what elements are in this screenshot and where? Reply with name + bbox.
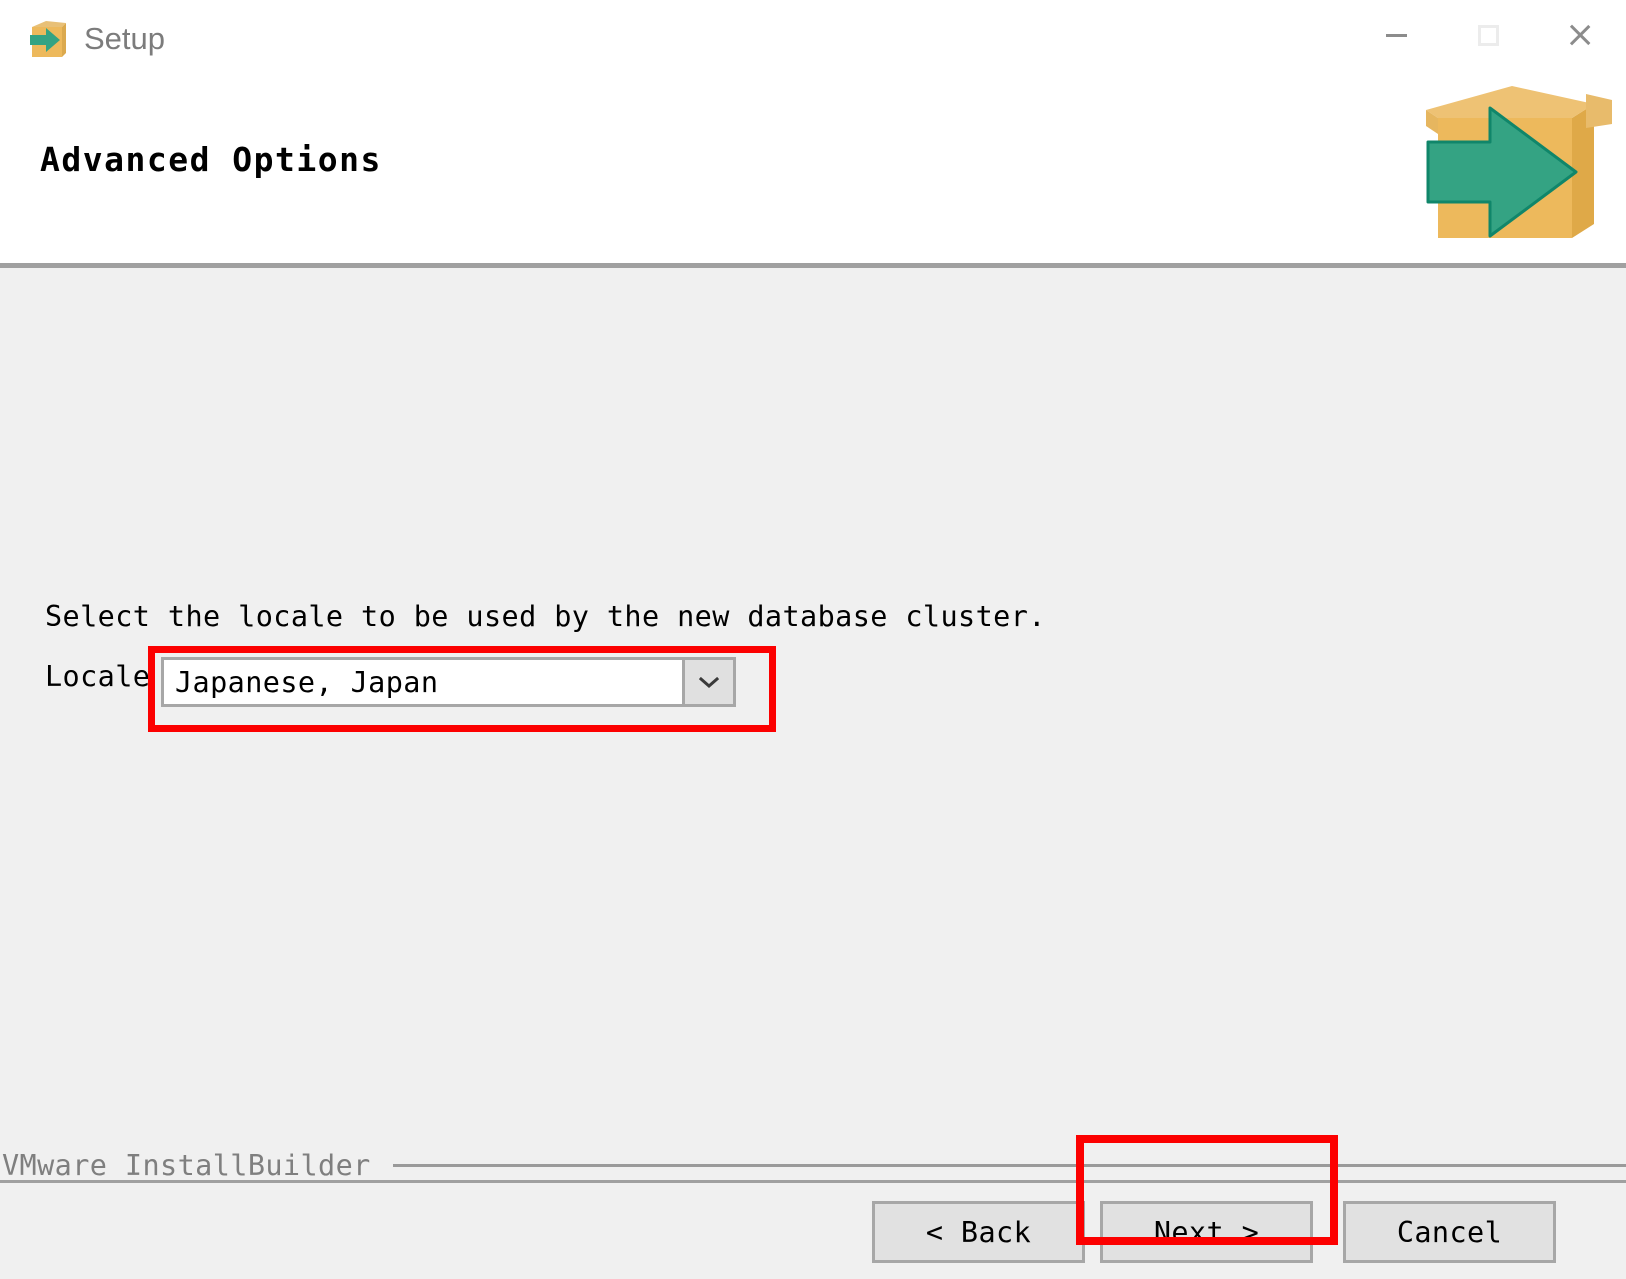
maximize-button[interactable]: [1442, 0, 1534, 70]
next-button[interactable]: Next >: [1100, 1201, 1313, 1263]
close-icon: [1567, 22, 1593, 48]
window-controls: [1350, 0, 1626, 70]
page-body: Select the locale to be used by the new …: [0, 268, 1626, 1129]
brand-label: VMware InstallBuilder: [2, 1149, 371, 1182]
annotation-highlight-locale: [148, 646, 776, 732]
locale-row: Locale: [45, 660, 150, 693]
page-title: Advanced Options: [40, 140, 382, 179]
package-arrow-icon: [26, 17, 70, 61]
locale-label: Locale: [45, 660, 151, 693]
page-header: Advanced Options: [0, 78, 1626, 268]
title-bar: Setup: [0, 0, 1626, 78]
instruction-text: Select the locale to be used by the new …: [45, 600, 1046, 633]
button-bar: < Back Next > Cancel: [0, 1180, 1626, 1279]
minimize-button[interactable]: [1350, 0, 1442, 70]
brand-divider: [392, 1164, 1626, 1167]
title-bar-left: Setup: [0, 0, 165, 68]
cancel-button[interactable]: Cancel: [1343, 1201, 1556, 1263]
back-button[interactable]: < Back: [872, 1201, 1085, 1263]
minimize-icon: [1385, 33, 1407, 37]
window-title: Setup: [84, 21, 166, 56]
close-button[interactable]: [1534, 0, 1626, 70]
setup-window: Setup Advanced Options Select the locale…: [0, 0, 1626, 1279]
brand-row: VMware InstallBuilder: [0, 1149, 1626, 1182]
page-footer: VMware InstallBuilder < Back Next > Canc…: [0, 1129, 1626, 1279]
package-arrow-illustration-icon: [1416, 80, 1616, 246]
maximize-icon: [1477, 24, 1499, 46]
